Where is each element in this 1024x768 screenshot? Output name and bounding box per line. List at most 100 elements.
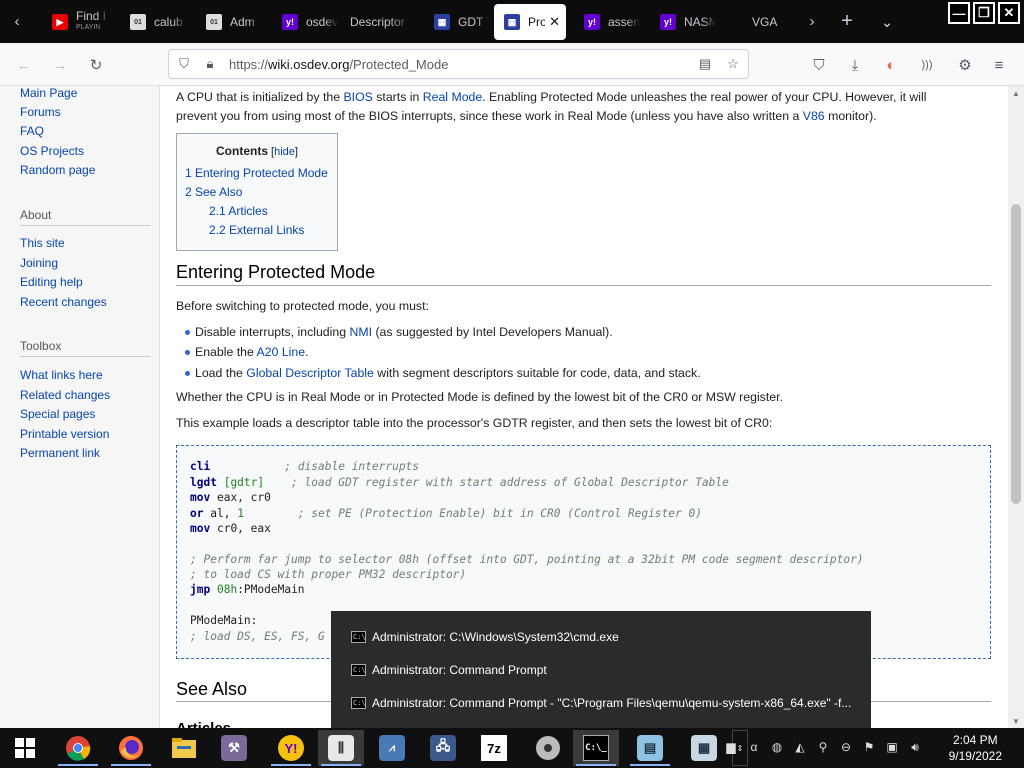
reader-view-icon[interactable]: ▤ — [697, 56, 713, 72]
tab-scroll-right-icon[interactable]: › — [800, 0, 824, 43]
tab-gdt[interactable]: ▦ GDT T — [420, 4, 496, 40]
sidebar-link-faq[interactable]: FAQ — [20, 124, 44, 138]
sidebar-link-printable-version[interactable]: Printable version — [20, 427, 109, 441]
tray-alpha-icon[interactable]: α — [745, 738, 763, 756]
back-arrow-icon[interactable]: ← — [13, 54, 35, 76]
sidebar-link-recent-changes[interactable]: Recent changes — [20, 295, 107, 309]
sidebar-link-joining[interactable]: Joining — [20, 256, 58, 270]
sidebar-link-random-page[interactable]: Random page — [20, 163, 95, 177]
popup-window-cmd[interactable]: C:\ Administrator: C:\Windows\System32\c… — [351, 627, 619, 647]
tab-list-chevron-down-icon[interactable]: ⌄ — [874, 0, 900, 43]
scroll-up-arrow-icon[interactable]: ▲ — [1008, 86, 1024, 100]
lock-icon[interactable]: 🔒︎ — [202, 56, 218, 72]
code-comment: ; to load CS with proper PM32 descriptor… — [190, 568, 467, 581]
taskbar-chrome[interactable] — [55, 730, 101, 766]
tab-descriptor[interactable]: Descriptor — [344, 4, 420, 40]
tab-nasm[interactable]: y! NASM — [646, 4, 722, 40]
vertical-scrollbar[interactable]: ▲ ▼ — [1008, 86, 1024, 728]
pocket-icon[interactable]: ⛉ — [808, 54, 830, 76]
toc-item-external-links[interactable]: 2.2 External Links — [209, 223, 304, 237]
link-global-descriptor-table[interactable]: Global Descriptor Table — [246, 366, 374, 380]
toc-heading: Contents — [216, 144, 268, 158]
toc-item-entering-protected-mode[interactable]: 1 Entering Protected Mode — [185, 166, 328, 180]
text: prevent you from using most of the BIOS … — [176, 109, 803, 123]
text: . — [305, 345, 309, 359]
tab-find[interactable]: ▶ Find I PLAYIN — [38, 4, 116, 40]
menu-icon[interactable]: ≡ — [988, 54, 1010, 76]
tab-close-icon[interactable]: ✕ — [549, 14, 560, 30]
minimize-button[interactable]: — — [948, 2, 970, 24]
taskbar-calculator[interactable]: ▦ — [681, 730, 727, 766]
start-button[interactable] — [2, 730, 48, 766]
popup-window-qemu[interactable]: C:\ Administrator: Command Prompt - "C:\… — [351, 693, 851, 713]
sidebar-link-permanent-link[interactable]: Permanent link — [20, 446, 100, 460]
taskbar-command-prompt[interactable]: C:\_ — [573, 730, 619, 766]
close-button[interactable]: ✕ — [998, 2, 1020, 24]
taskbar-yahoo-messenger[interactable]: Y! — [268, 730, 314, 766]
link-v86[interactable]: V86 — [803, 109, 825, 123]
tab-scroll-left-icon[interactable]: ‹ — [0, 0, 34, 43]
url-bar[interactable]: ⛉ 🔒︎ https://wiki.osdev.org/Protected_Mo… — [168, 49, 749, 79]
taskbar-equalizer-app[interactable]: ⫼ — [318, 730, 364, 766]
link-nmi[interactable]: NMI — [349, 325, 372, 339]
tray-shield-icon[interactable]: ◭ — [791, 738, 809, 756]
tray-minus-icon[interactable]: ⊖ — [837, 738, 855, 756]
download-icon[interactable]: ⤓ — [844, 54, 866, 76]
sidebar-link-editing-help[interactable]: Editing help — [20, 275, 83, 289]
tray-volume-icon[interactable]: 🔊︎ — [906, 738, 924, 756]
taskbar-firefox[interactable] — [108, 730, 154, 766]
code-comment: ; set PE (Protection Enable) bit in CR0 … — [297, 507, 702, 520]
firefox-icon — [119, 736, 143, 760]
tracking-shield-icon[interactable]: ⛉ — [176, 56, 192, 72]
tray-globe-icon[interactable]: ◍ — [768, 738, 786, 756]
tab-assem[interactable]: y! assem — [570, 4, 646, 40]
bookmark-star-icon[interactable]: ☆ — [725, 56, 741, 72]
scrollbar-thumb[interactable] — [1011, 204, 1021, 504]
extension-flag-icon[interactable]: ◐ — [880, 54, 902, 76]
extension-wave-icon[interactable]: ))) — [916, 54, 938, 76]
link-a20-line[interactable]: A20 Line — [257, 345, 306, 359]
taskbar-file-explorer[interactable] — [161, 730, 207, 766]
maximize-button[interactable]: ❐ — [973, 2, 995, 24]
popup-window-command-prompt[interactable]: C:\ Administrator: Command Prompt — [351, 660, 547, 680]
tab-protected-mode[interactable]: ▦ Pro ✕ — [494, 4, 566, 40]
sidebar-link-related-changes[interactable]: Related changes — [20, 388, 110, 402]
tab-osdev[interactable]: y! osdev — [268, 4, 344, 40]
tray-network-icon[interactable]: ▣ — [883, 738, 901, 756]
taskbar-resource-monitor[interactable]: ⩘ — [369, 730, 415, 766]
sidebar-link-main-page[interactable]: Main Page — [20, 86, 77, 100]
sidebar-link-os-projects[interactable]: OS Projects — [20, 144, 84, 158]
new-tab-icon[interactable]: + — [834, 0, 860, 43]
tray-app-icon[interactable]: ▆ — [722, 738, 740, 756]
reload-icon[interactable]: ↻ — [85, 54, 107, 76]
paragraph-whether: Whether the CPU is in Real Mode or in Pr… — [176, 390, 783, 404]
taskbar-clock[interactable]: 2:04 PM 9/19/2022 — [949, 732, 1002, 764]
popup-window-title: Administrator: Command Prompt — [372, 663, 547, 677]
cmd-icon: C:\ — [351, 664, 366, 676]
sidebar-link-forums[interactable]: Forums — [20, 105, 61, 119]
scroll-down-arrow-icon[interactable]: ▼ — [1008, 714, 1024, 728]
code-comment: ; load GDT register with start address o… — [291, 476, 729, 489]
yahoo-icon: y! — [660, 14, 676, 30]
taskbar-network-app[interactable]: 🖧︎ — [420, 730, 466, 766]
tray-flag-icon[interactable]: ⚑ — [860, 738, 878, 756]
taskbar-disc-app[interactable] — [525, 730, 571, 766]
url-text[interactable]: https://wiki.osdev.org/Protected_Mode — [229, 57, 448, 72]
toc-item-see-also[interactable]: 2 See Also — [185, 185, 242, 199]
tab-vga[interactable]: VGA — [722, 4, 798, 40]
toc-hide-link[interactable]: hide — [274, 146, 295, 158]
toc-item-articles[interactable]: 2.1 Articles — [209, 204, 268, 218]
taskbar-7zip[interactable]: 7z — [471, 730, 517, 766]
forward-arrow-icon[interactable]: → — [49, 54, 71, 76]
taskbar-notepad[interactable]: ▤ — [627, 730, 673, 766]
tray-search-icon[interactable]: ⚲ — [814, 738, 832, 756]
sidebar-link-what-links-here[interactable]: What links here — [20, 368, 103, 382]
link-bios[interactable]: BIOS — [343, 90, 372, 104]
tab-adm[interactable]: 01 Adm — [192, 4, 268, 40]
link-real-mode[interactable]: Real Mode — [423, 90, 482, 104]
extension-gear-icon[interactable]: ⚙ — [954, 54, 976, 76]
taskbar-tool-app[interactable]: ⚒ — [211, 730, 257, 766]
sidebar-link-special-pages[interactable]: Special pages — [20, 407, 95, 421]
sidebar-link-this-site[interactable]: This site — [20, 236, 65, 250]
tab-calub[interactable]: 01 calub — [116, 4, 192, 40]
